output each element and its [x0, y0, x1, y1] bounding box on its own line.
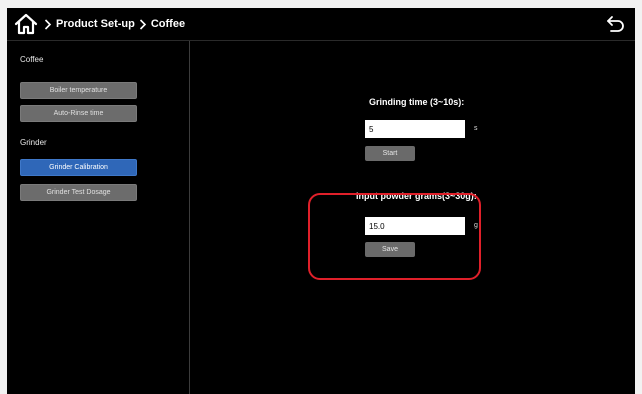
top-bar: Product Set-up Coffee: [7, 8, 635, 41]
back-button[interactable]: [603, 11, 629, 37]
chevron-right-icon: [44, 18, 52, 30]
sidebar-item-auto-rinse-time[interactable]: Auto-Rinse time: [20, 105, 137, 122]
sidebar-item-grinder-calibration[interactable]: Grinder Calibration: [20, 159, 137, 176]
sidebar-section-coffee: Coffee: [20, 55, 44, 64]
grinding-time-input[interactable]: 5: [365, 120, 465, 138]
back-arrow-icon: [607, 16, 624, 32]
home-button[interactable]: [13, 11, 39, 37]
highlight-annotation: [308, 193, 481, 280]
grinding-time-unit: s: [474, 125, 478, 132]
chevron-right-icon: [139, 18, 147, 30]
sidebar-section-grinder: Grinder: [20, 138, 47, 147]
sidebar-item-boiler-temperature[interactable]: Boiler temperature: [20, 82, 137, 99]
sidebar-item-grinder-test-dosage[interactable]: Grinder Test Dosage: [20, 184, 137, 201]
home-icon: [14, 13, 38, 35]
sidebar: Coffee Boiler temperature Auto-Rinse tim…: [7, 41, 190, 394]
breadcrumb-item-coffee: Coffee: [150, 18, 186, 30]
grinding-time-title: Grinding time (3~10s):: [369, 97, 465, 107]
start-button[interactable]: Start: [365, 146, 415, 161]
app-screen: Product Set-up Coffee Coffee Boiler temp…: [7, 8, 635, 394]
breadcrumb-item-product-setup[interactable]: Product Set-up: [56, 18, 135, 30]
breadcrumb: Product Set-up Coffee: [44, 8, 189, 40]
